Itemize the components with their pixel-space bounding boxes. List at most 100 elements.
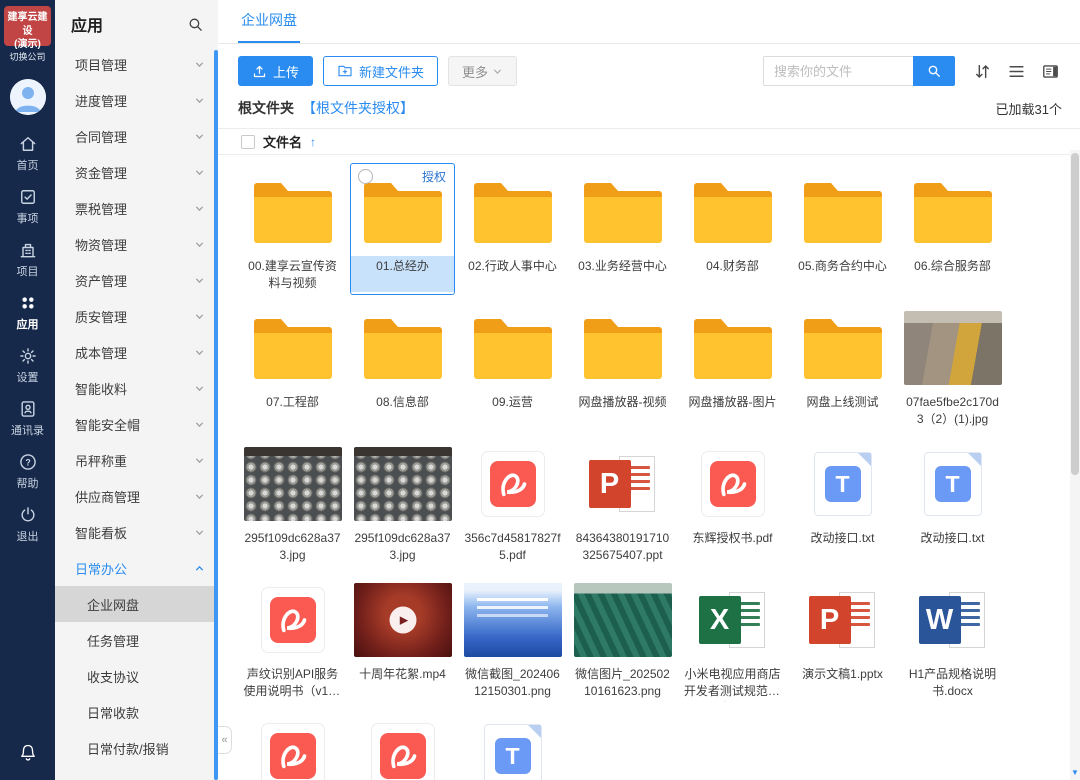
file-tile[interactable]: 06.综合服务部 xyxy=(900,163,1005,295)
rail-item-projects[interactable]: 项目 xyxy=(0,233,55,286)
rail-item-settings[interactable]: 设置 xyxy=(0,339,55,392)
sidebar-group[interactable]: 资产管理 xyxy=(55,262,218,298)
select-all-checkbox[interactable] xyxy=(241,135,255,149)
sidebar-group[interactable]: 智能收料 xyxy=(55,370,218,406)
sidebar-group[interactable]: 进度管理 xyxy=(55,82,218,118)
detail-view-icon[interactable] xyxy=(1041,62,1060,81)
tab-enterprise-drive[interactable]: 企业网盘 xyxy=(238,10,300,43)
sidebar-group[interactable]: 质安管理 xyxy=(55,298,218,334)
file-tile[interactable]: P演示文稿1.pptx xyxy=(790,571,895,703)
sidebar-group[interactable]: 供应商管理 xyxy=(55,478,218,514)
file-tile[interactable] xyxy=(350,707,455,780)
file-name: H1产品规格说明书.docx xyxy=(901,664,1004,702)
sort-ascending-icon[interactable]: ↑ xyxy=(310,135,316,149)
filename-column-header[interactable]: 文件名 xyxy=(263,132,302,151)
search-button[interactable] xyxy=(913,56,955,86)
company-logo[interactable]: 建享云建设 (演示) xyxy=(4,6,51,46)
rail-item-help[interactable]: ?帮助 xyxy=(0,445,55,498)
file-tile[interactable]: 微信图片_20250210161623.png xyxy=(570,571,675,703)
file-tile[interactable]: 05.商务合约中心 xyxy=(790,163,895,295)
file-name: 01.总经办 xyxy=(351,256,454,292)
sidebar-subitem[interactable]: 企业网盘 xyxy=(55,586,218,622)
rail-item-matters[interactable]: 事项 xyxy=(0,180,55,233)
root-folder-auth-link[interactable]: 【根文件夹授权】 xyxy=(302,98,414,118)
new-folder-button[interactable]: 新建文件夹 xyxy=(323,56,438,86)
file-tile[interactable]: 00.建享云宣传资料与视频 xyxy=(240,163,345,295)
sidebar-group[interactable]: 资金管理 xyxy=(55,154,218,190)
file-tile[interactable]: 网盘播放器-视频 xyxy=(570,299,675,431)
checklist-icon xyxy=(18,187,38,207)
file-tile[interactable]: 东辉授权书.pdf xyxy=(680,435,785,567)
loaded-count: 已加载31个 xyxy=(996,99,1062,118)
file-tile[interactable]: 07.工程部 xyxy=(240,299,345,431)
breadcrumb-root[interactable]: 根文件夹 xyxy=(238,98,294,118)
user-avatar-icon xyxy=(10,79,46,115)
sidebar-group[interactable]: 日常办公 xyxy=(55,550,218,586)
folder-icon xyxy=(584,317,662,379)
sidebar-subitem[interactable]: 收支协议 xyxy=(55,658,218,694)
chevron-down-icon xyxy=(194,311,205,322)
upload-button[interactable]: 上传 xyxy=(238,56,313,86)
sidebar-group[interactable]: 吊秤称重 xyxy=(55,442,218,478)
scroll-down-arrow-icon[interactable]: ▼ xyxy=(1070,766,1080,779)
sidebar-subitem[interactable]: 日常收款 xyxy=(55,694,218,730)
file-tile[interactable]: T xyxy=(460,707,565,780)
file-tile[interactable]: 08.信息部 xyxy=(350,299,455,431)
sidebar-group[interactable]: 合同管理 xyxy=(55,118,218,154)
sidebar-group[interactable]: 物资管理 xyxy=(55,226,218,262)
sidebar-group[interactable]: 智能安全帽 xyxy=(55,406,218,442)
file-tile[interactable]: 09.运营 xyxy=(460,299,565,431)
sidebar-search-icon[interactable] xyxy=(187,16,204,33)
chevron-down-icon xyxy=(194,383,205,394)
file-tile[interactable]: 07fae5fbe2c170d3（2）(1).jpg xyxy=(900,299,1005,431)
more-button[interactable]: 更多 xyxy=(448,56,517,86)
file-tile[interactable]: T改动接口.txt xyxy=(790,435,895,567)
file-tile[interactable]: 04.财务部 xyxy=(680,163,785,295)
file-name: 295f109dc628a373.jpg xyxy=(351,528,454,566)
sort-order-icon[interactable] xyxy=(973,62,992,81)
sidebar-collapse-button[interactable]: « xyxy=(218,726,232,754)
sidebar-group[interactable]: 票税管理 xyxy=(55,190,218,226)
file-tile[interactable]: 微信截图_20240612150301.png xyxy=(460,571,565,703)
file-icon-area xyxy=(681,168,784,256)
image-thumbnail xyxy=(354,447,452,521)
rail-item-home[interactable]: 首页 xyxy=(0,127,55,180)
rail-item-logout[interactable]: 退出 xyxy=(0,498,55,551)
gear-icon xyxy=(18,346,38,366)
file-tile[interactable]: T改动接口.txt xyxy=(900,435,1005,567)
file-tile[interactable]: 03.业务经营中心 xyxy=(570,163,675,295)
file-tile[interactable]: 声纹识别API服务使用说明书（v1.1.3）.pdf xyxy=(240,571,345,703)
sidebar-group[interactable]: 智能看板 xyxy=(55,514,218,550)
sidebar-group-label: 日常办公 xyxy=(75,559,127,578)
file-tile[interactable]: 295f109dc628a373.jpg xyxy=(240,435,345,567)
file-tile[interactable]: 网盘播放器-图片 xyxy=(680,299,785,431)
scrollbar-thumb[interactable] xyxy=(1071,153,1079,475)
file-tile[interactable]: 295f109dc628a373.jpg xyxy=(350,435,455,567)
switch-company-link[interactable]: 切换公司 xyxy=(9,50,45,63)
file-tile[interactable]: 01.总经办授权 xyxy=(350,163,455,295)
sidebar-subitem[interactable]: 任务管理 xyxy=(55,622,218,658)
file-tile[interactable]: ▶十周年花絮.mp4 xyxy=(350,571,455,703)
list-view-icon[interactable] xyxy=(1007,62,1026,81)
file-tile[interactable]: W H1产品规格说明书.docx xyxy=(900,571,1005,703)
file-tile[interactable] xyxy=(240,707,345,780)
file-icon-area xyxy=(461,440,564,528)
building-icon xyxy=(18,240,38,260)
file-tile[interactable]: 网盘上线测试 xyxy=(790,299,895,431)
file-name: 84364380191710325675407.ppt xyxy=(571,528,674,566)
avatar[interactable] xyxy=(10,79,46,115)
file-tile[interactable]: P84364380191710325675407.ppt xyxy=(570,435,675,567)
search-input[interactable] xyxy=(763,56,913,86)
rail-item-contacts[interactable]: 通讯录 xyxy=(0,392,55,445)
word-icon: W xyxy=(919,589,987,651)
rail-item-apps[interactable]: 应用 xyxy=(0,286,55,339)
file-tile[interactable]: 02.行政人事中心 xyxy=(460,163,565,295)
notification-bell-icon[interactable] xyxy=(18,743,38,768)
main-scrollbar[interactable]: ▼ xyxy=(1070,150,1080,780)
sidebar-subitem[interactable]: 日常付款/报销 xyxy=(55,730,218,766)
file-tile[interactable]: 356c7d45817827f5.pdf xyxy=(460,435,565,567)
file-checkbox[interactable] xyxy=(358,169,373,184)
file-tile[interactable]: X小米电视应用商店开发者测试规范2019版.xlsx xyxy=(680,571,785,703)
sidebar-group[interactable]: 成本管理 xyxy=(55,334,218,370)
sidebar-group[interactable]: 项目管理 xyxy=(55,46,218,82)
